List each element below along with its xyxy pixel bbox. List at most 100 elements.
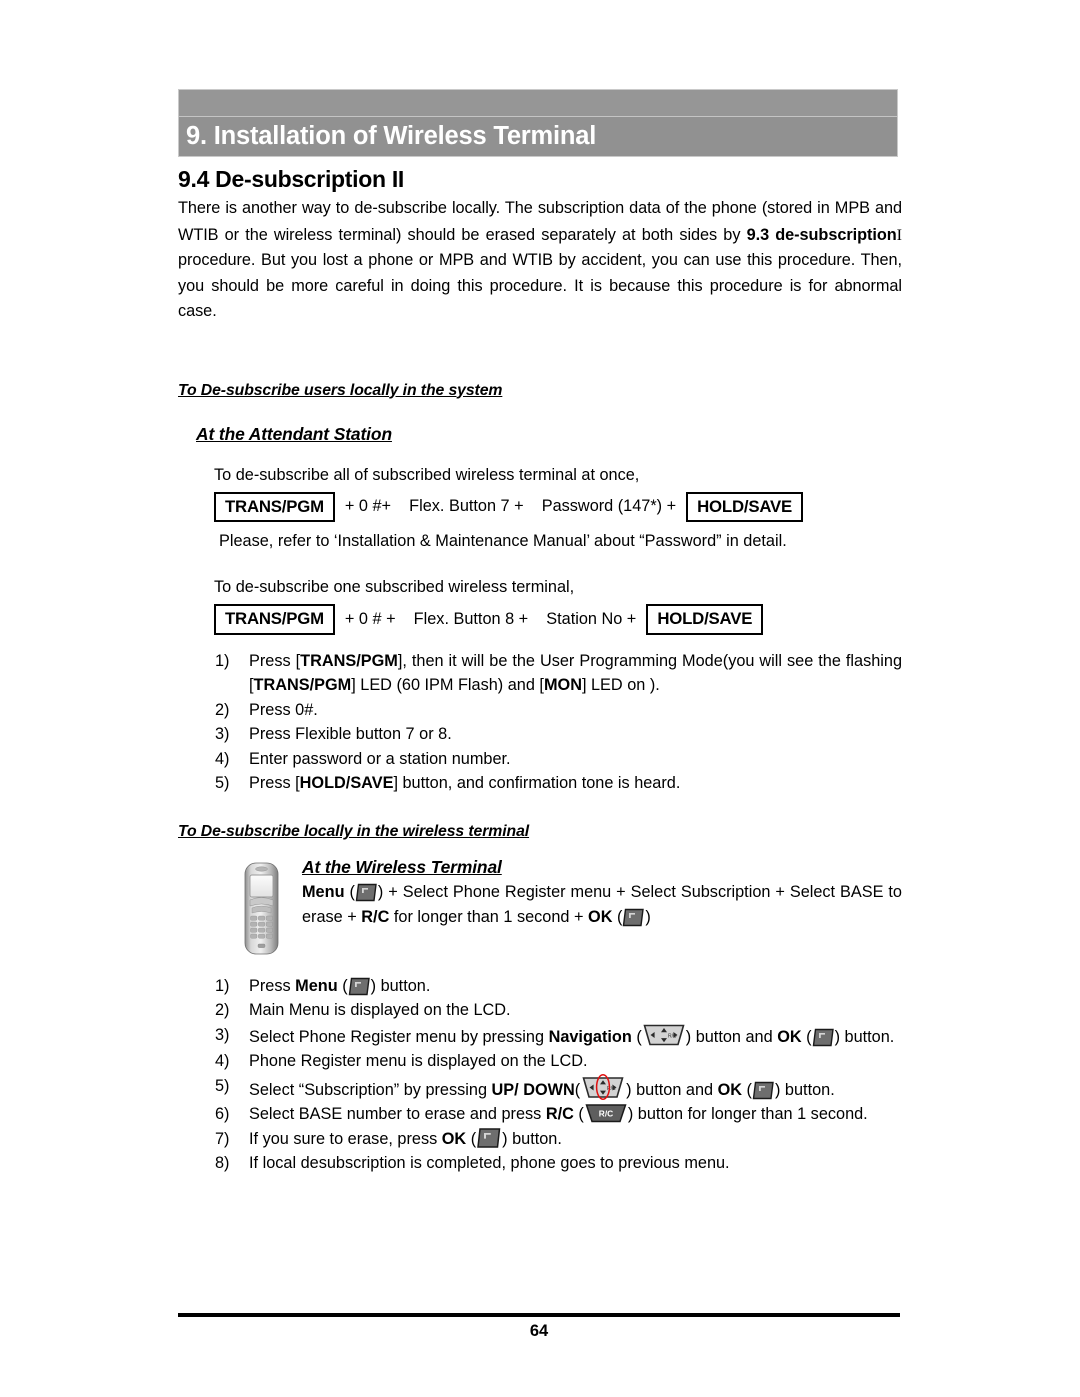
step-text: If local desubscription is completed, ph…: [249, 1154, 730, 1173]
step-number: 7): [215, 1129, 230, 1148]
terminal-subheading-wrap: At the Wireless Terminal: [302, 857, 902, 878]
step-text-pre: Press: [249, 976, 296, 995]
paren-open: (: [466, 1129, 477, 1148]
password-note: Please, refer to ‘Installation & Mainten…: [219, 532, 787, 551]
paren-open: (: [344, 882, 355, 901]
step-text-mid1: ) button and: [685, 1027, 778, 1046]
step-text-post: ) button.: [774, 1080, 835, 1099]
list-item: 5) Press [HOLD/SAVE] button, and confirm…: [203, 771, 902, 796]
sequence-one-middle-text: + 0 # + Flex. Button 8 + Station No +: [344, 609, 637, 628]
ok-softkey-icon[interactable]: [752, 1081, 775, 1100]
ok-softkey-icon[interactable]: [812, 1028, 835, 1047]
terminal-section-heading: To De-subscribe locally in the wireless …: [178, 822, 530, 840]
step-bold-1: R/C: [545, 1105, 574, 1124]
trans-pgm-key-1[interactable]: TRANS/PGM: [214, 491, 335, 523]
trans-pgm-key-2[interactable]: TRANS/PGM: [214, 604, 335, 635]
sequence-one-terminal: TRANS/PGM + 0 # + Flex. Button 8 + Stati…: [214, 604, 902, 635]
step-number: 5): [215, 1076, 230, 1095]
step-text: Press [HOLD/SAVE] button, and confirmati…: [249, 771, 902, 796]
list-item: 5) Select “Subscription” by pressing UP/…: [203, 1073, 902, 1103]
terminal-sequence-text: Menu () + Select Phone Register menu + S…: [302, 880, 902, 930]
step-number: 2): [215, 1001, 230, 1020]
step-bold-1: UP/ DOWN: [491, 1080, 575, 1099]
ok-softkey-icon[interactable]: [476, 1127, 502, 1149]
svg-text:R/C: R/C: [668, 1033, 677, 1039]
step-number: 6): [215, 1105, 230, 1124]
paren-open: (: [573, 1105, 584, 1124]
step-text-pre: If you sure to erase, press: [249, 1129, 442, 1148]
list-item: 3) Press Flexible button 7 or 8.: [203, 722, 902, 747]
one-terminal-intro: To de-subscribe one subscribed wireless …: [214, 578, 575, 597]
menu-label: Menu: [302, 882, 345, 901]
attendant-station-heading: At the Attendant Station: [196, 423, 392, 444]
hold-save-key-1[interactable]: HOLD/SAVE: [686, 491, 803, 523]
ok-softkey-icon[interactable]: [622, 908, 645, 927]
step-bold-1: OK: [441, 1129, 467, 1148]
wireless-terminal-block: At the Wireless Terminal Menu () + Selec…: [178, 857, 902, 962]
list-item: 1) Press [TRANS/PGM], then it will be th…: [203, 649, 902, 698]
list-item: 6) Select BASE number to erase and press…: [203, 1102, 902, 1127]
one-terminal-block: To de-subscribe one subscribed wireless …: [214, 575, 902, 635]
step-number: 8): [215, 1154, 230, 1173]
step-text: Main Menu is displayed on the LCD.: [249, 1001, 511, 1020]
section-title: 9.4 De-subscription II: [178, 166, 405, 192]
sequence-all-terminals: TRANS/PGM + 0 #+ Flex. Button 7 + Passwo…: [214, 491, 902, 523]
all-terminals-block: To de-subscribe all of subscribed wirele…: [214, 463, 902, 555]
ok-softkey-icon[interactable]: [355, 883, 378, 902]
svg-text:R/C: R/C: [599, 1109, 613, 1119]
step-bold-2: OK: [777, 1027, 802, 1046]
step-number: 2): [215, 700, 230, 719]
intro-roman-numeral: I: [896, 224, 902, 244]
list-item: 4) Enter password or a station number.: [203, 747, 902, 772]
paren-open: (: [631, 1027, 642, 1046]
hold-save-key-2[interactable]: HOLD/SAVE: [646, 604, 764, 635]
banner-top-strip: [179, 90, 897, 116]
terminal-heading-wrap: To De-subscribe locally in the wireless …: [178, 823, 902, 841]
navigation-pad-icon[interactable]: R/C: [642, 1023, 686, 1047]
step-text-pre: Select BASE number to erase and press: [249, 1105, 546, 1124]
list-item: 2) Main Menu is displayed on the LCD.: [203, 998, 902, 1023]
list-item: 3) Select Phone Register menu by pressin…: [203, 1023, 902, 1050]
step-number: 1): [215, 976, 230, 995]
step-number: 3): [215, 1025, 230, 1044]
step-text: Press [TRANS/PGM], then it will be the U…: [249, 649, 902, 698]
step-bold-1: Menu: [295, 976, 338, 995]
step-number: 1): [215, 651, 230, 670]
system-section-heading: To De-subscribe users locally in the sys…: [178, 381, 503, 399]
step-text: Select “Subscription” by pressing UP/ DO…: [249, 1073, 902, 1103]
step-bold-1: Navigation: [548, 1027, 632, 1046]
rc-button-icon[interactable]: R/C: [584, 1103, 628, 1124]
step-number: 4): [215, 1052, 230, 1071]
intro-bold-reference: 9.3 de-subscription: [746, 225, 897, 244]
attendant-heading-wrap: At the Attendant Station: [196, 424, 902, 445]
navigation-pad-icon-highlighted[interactable]: R/C: [580, 1073, 626, 1100]
step-text-post: ] button, and confirmation tone is heard…: [393, 774, 681, 793]
step-number: 3): [215, 725, 230, 744]
page-number: 64: [529, 1322, 549, 1340]
paren-open-2: (: [801, 1027, 812, 1046]
at-wireless-terminal-heading: At the Wireless Terminal: [302, 856, 502, 877]
step-text: Enter password or a station number.: [249, 749, 511, 768]
attendant-steps-list: 1) Press [TRANS/PGM], then it will be th…: [203, 649, 902, 796]
handset-svg: [244, 862, 279, 955]
paren-open: (: [337, 976, 348, 995]
step-text-mid2: ] LED (60 IPM Flash) and [: [351, 676, 544, 695]
banner-main-strip: 9. Installation of Wireless Terminal: [179, 116, 897, 156]
ok-softkey-icon[interactable]: [348, 977, 371, 996]
all-terminals-intro: To de-subscribe all of subscribed wirele…: [214, 465, 640, 484]
step-text: Press 0#.: [249, 700, 318, 719]
wireless-terminal-text: At the Wireless Terminal Menu () + Selec…: [302, 857, 902, 962]
step-bold-2: TRANS/PGM: [253, 676, 352, 695]
chapter-banner: 9. Installation of Wireless Terminal: [178, 89, 898, 157]
list-item: 2) Press 0#.: [203, 698, 902, 723]
step-text-pre: Select “Subscription” by pressing: [249, 1080, 492, 1099]
step-text-pre: Press [: [249, 774, 300, 793]
step-text-mid1: ) button and: [626, 1080, 718, 1099]
list-item: 8) If local desubscription is completed,…: [203, 1151, 902, 1176]
step-text-post: ) button.: [502, 1129, 562, 1148]
step-number: 4): [215, 749, 230, 768]
step-text: Select BASE number to erase and press R/…: [249, 1102, 902, 1127]
chapter-title: 9. Installation of Wireless Terminal: [186, 121, 597, 150]
step-text: Select Phone Register menu by pressing N…: [249, 1023, 902, 1050]
step-text-post: ] LED on ).: [581, 676, 660, 695]
